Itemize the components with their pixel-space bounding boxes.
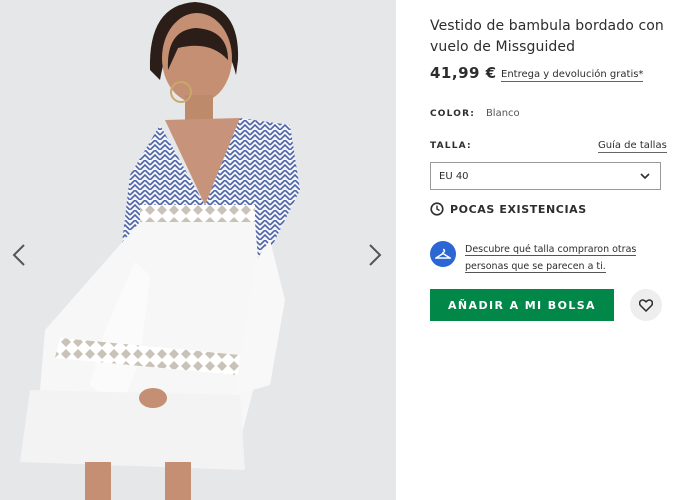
size-select[interactable]: EU 40: [430, 162, 661, 190]
stock-status-text: POCAS EXISTENCIAS: [450, 202, 587, 216]
color-value: Blanco: [485, 108, 520, 119]
chevron-down-icon: [640, 173, 650, 180]
clock-icon: [430, 202, 444, 216]
product-image: [0, 0, 396, 500]
product-price: 41,99 €: [430, 64, 497, 82]
chevron-right-icon: [369, 244, 382, 266]
fit-assistant-text: Descubre qué talla compraron otras perso…: [465, 244, 637, 273]
delivery-link[interactable]: Entrega y devolución gratis*: [501, 69, 644, 82]
size-select-value: EU 40: [439, 170, 469, 182]
size-label: TALLA:: [430, 141, 472, 151]
add-to-bag-button[interactable]: AÑADIR A MI BOLSA: [430, 289, 614, 321]
product-gallery: [0, 0, 396, 500]
size-guide-link[interactable]: Guía de tallas: [598, 140, 667, 153]
stock-status: POCAS EXISTENCIAS: [430, 202, 587, 216]
wishlist-button[interactable]: [630, 289, 662, 321]
color-label: COLOR:: [430, 109, 476, 119]
gallery-next-button[interactable]: [362, 238, 388, 272]
color-row: COLOR: Blanco: [430, 108, 520, 119]
gallery-prev-button[interactable]: [6, 238, 32, 272]
heart-icon: [639, 298, 653, 312]
fit-assistant-link[interactable]: Descubre qué talla compraron otras perso…: [465, 241, 665, 275]
product-title: Vestido de bambula bordado con vuelo de …: [430, 18, 664, 55]
chevron-left-icon: [12, 244, 25, 266]
hanger-icon: [430, 241, 456, 267]
